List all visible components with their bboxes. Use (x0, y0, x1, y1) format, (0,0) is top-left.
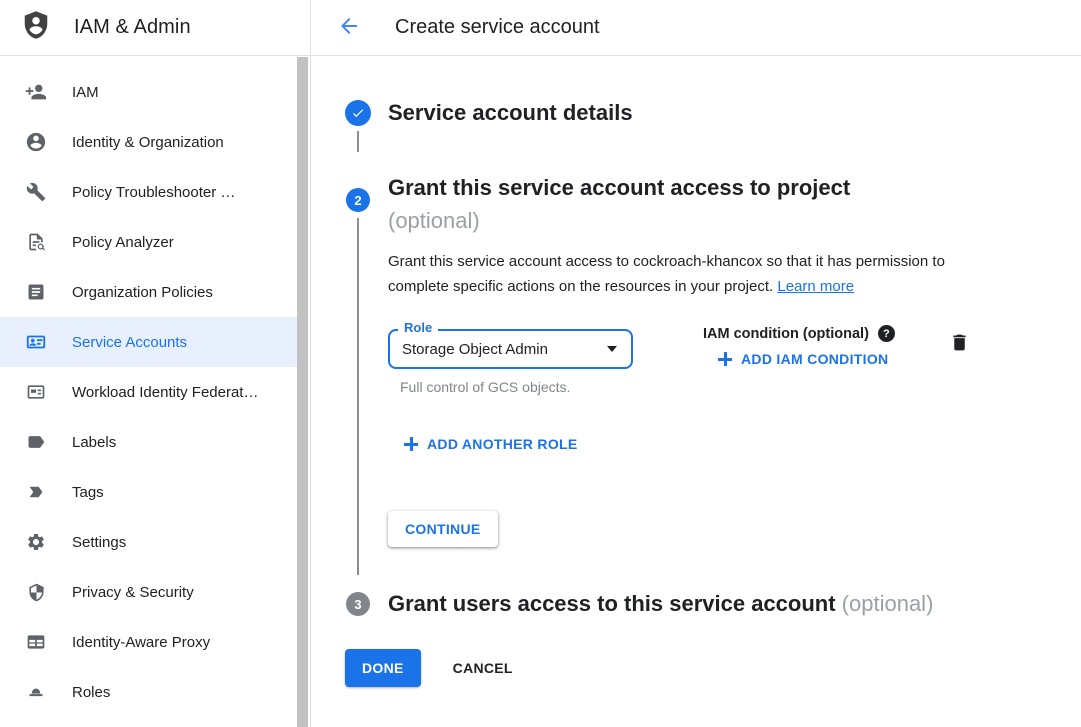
trash-icon (949, 342, 970, 357)
continue-button[interactable]: CONTINUE (388, 511, 498, 547)
back-button[interactable] (336, 15, 362, 41)
add-another-role-button[interactable]: ADD ANOTHER ROLE (388, 436, 578, 452)
sidebar-item-label: Policy Troubleshooter … (72, 184, 235, 201)
step-3-grant-users-access: 3 Grant users access to this service acc… (345, 587, 1081, 620)
page-header: Create service account (311, 0, 1081, 55)
delete-role-button[interactable] (949, 331, 970, 357)
role-helper-text: Full control of GCS objects. (388, 379, 633, 395)
sidebar-item-label: Identity & Organization (72, 134, 224, 151)
sidebar-item-policy-troubleshooter[interactable]: Policy Troubleshooter … (0, 167, 297, 217)
form-actions: DONE CANCEL (345, 649, 1081, 687)
step-1-completed-check-icon (345, 100, 371, 126)
proxy-icon (24, 630, 48, 654)
sidebar-item-settings[interactable]: Settings (0, 517, 297, 567)
role-selected-value: Storage Object Admin (402, 341, 548, 358)
role-row: Role Storage Object Admin Full control o… (388, 321, 980, 395)
tag-icon (24, 480, 48, 504)
shield-icon (24, 580, 48, 604)
product-title: IAM & Admin (74, 16, 191, 39)
add-icon (718, 352, 732, 366)
wrench-icon (24, 180, 48, 204)
service-accounts-icon (24, 330, 48, 354)
policy-analyzer-icon (24, 230, 48, 254)
step-2-title: Grant this service account access to pro… (388, 171, 980, 237)
sidebar-scrollbar[interactable] (297, 57, 309, 727)
step-3-optional-label: (optional) (842, 591, 934, 616)
step-2-number-badge: 2 (346, 188, 370, 212)
iam-condition-label: IAM condition (optional) ? (703, 325, 895, 342)
sidebar-item-label: IAM (72, 84, 99, 101)
sidebar-item-workload-identity-federation[interactable]: Workload Identity Federat… (0, 367, 297, 417)
top-bar: IAM & Admin Create service account (0, 0, 1081, 56)
role-field-label: Role (398, 320, 438, 335)
step-1-service-account-details: Service account details (345, 100, 1081, 152)
role-select[interactable]: Storage Object Admin (388, 329, 633, 369)
sidebar-item-label: Roles (72, 684, 110, 701)
workload-identity-icon (24, 380, 48, 404)
scrollbar-thumb[interactable] (297, 57, 308, 727)
identity-icon (24, 130, 48, 154)
sidebar-item-label: Policy Analyzer (72, 234, 174, 251)
sidebar-item-tags[interactable]: Tags (0, 467, 297, 517)
sidebar-item-label: Labels (72, 434, 116, 451)
product-header: IAM & Admin (0, 0, 311, 55)
gear-icon (24, 530, 48, 554)
sidebar-item-label: Organization Policies (72, 284, 213, 301)
iam-admin-shield-logo-icon (21, 9, 51, 46)
sidebar-item-privacy-security[interactable]: Privacy & Security (0, 567, 297, 617)
sidebar-item-service-accounts[interactable]: Service Accounts (0, 317, 297, 367)
cancel-button[interactable]: CANCEL (453, 660, 513, 676)
step-1-title: Service account details (388, 100, 633, 126)
sidebar: IAM Identity & Organization Policy Troub… (0, 56, 311, 727)
sidebar-item-roles[interactable]: Roles (0, 667, 297, 717)
step-3-title: Grant users access to this service accou… (388, 587, 933, 620)
sidebar-item-label: Service Accounts (72, 334, 187, 351)
sidebar-item-label: Tags (72, 484, 104, 501)
label-icon (24, 430, 48, 454)
sidebar-item-iam[interactable]: IAM (0, 67, 297, 117)
sidebar-item-identity-organization[interactable]: Identity & Organization (0, 117, 297, 167)
step-3-number-badge: 3 (346, 592, 370, 616)
sidebar-item-label: Settings (72, 534, 126, 551)
step-2-grant-access: 2 Grant this service account access to p… (345, 171, 1081, 575)
create-service-account-form: Service account details 2 Grant this ser… (311, 56, 1081, 727)
add-icon (404, 437, 418, 451)
roles-hat-icon (24, 680, 48, 704)
sidebar-item-identity-aware-proxy[interactable]: Identity-Aware Proxy (0, 617, 297, 667)
iam-condition-group: IAM condition (optional) ? ADD IAM CONDI… (703, 325, 895, 367)
done-button[interactable]: DONE (345, 649, 421, 687)
sidebar-item-label: Workload Identity Federat… (72, 384, 258, 401)
back-arrow-icon (337, 14, 361, 41)
sidebar-item-label: Privacy & Security (72, 584, 194, 601)
step-2-description: Grant this service account access to coc… (388, 249, 980, 299)
page-title: Create service account (395, 16, 600, 39)
sidebar-item-label: Identity-Aware Proxy (72, 634, 210, 651)
role-field-group: Role Storage Object Admin Full control o… (388, 321, 633, 395)
learn-more-link[interactable]: Learn more (777, 278, 854, 295)
sidebar-item-labels[interactable]: Labels (0, 417, 297, 467)
help-icon[interactable]: ? (878, 325, 895, 342)
person-add-icon (24, 80, 48, 104)
org-policies-icon (24, 280, 48, 304)
dropdown-caret-icon (607, 346, 617, 352)
stepper-connector-line (357, 218, 359, 575)
stepper-connector-line (357, 131, 359, 152)
sidebar-item-organization-policies[interactable]: Organization Policies (0, 267, 297, 317)
step-2-optional-label: (optional) (388, 208, 480, 233)
add-iam-condition-button[interactable]: ADD IAM CONDITION (703, 351, 888, 367)
sidebar-item-policy-analyzer[interactable]: Policy Analyzer (0, 217, 297, 267)
